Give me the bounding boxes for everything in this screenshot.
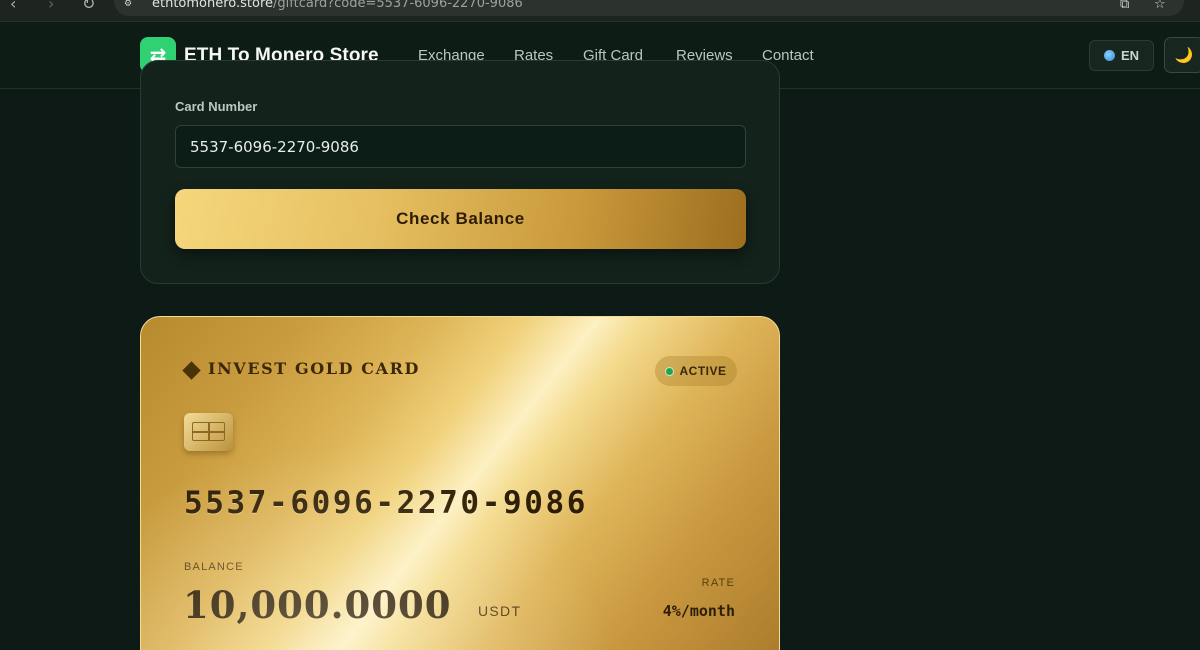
site-info-icon[interactable]: ⚙ — [124, 0, 138, 9]
card-number-display: 5537-6096-2270-9086 — [184, 485, 589, 521]
check-balance-button[interactable]: Check Balance — [175, 189, 746, 249]
address-text: ethtomonero.store/giftcard?code=5537-609… — [152, 0, 523, 11]
reload-icon[interactable]: ↻ — [82, 0, 95, 14]
balance-unit: USDT — [478, 603, 522, 619]
status-badge: ACTIVE — [655, 356, 737, 386]
language-button[interactable]: EN — [1089, 40, 1154, 71]
balance-label: BALANCE — [184, 561, 244, 573]
balance-form-panel: Card Number Check Balance — [140, 60, 780, 284]
rate-value: 4%/month — [662, 602, 735, 620]
card-brand: INVEST GOLD CARD — [208, 359, 420, 378]
translate-icon[interactable]: ⧉ — [1120, 0, 1129, 12]
chevron-left-icon[interactable]: ‹ — [10, 0, 16, 14]
status-label: ACTIVE — [679, 364, 727, 378]
status-dot-icon — [665, 366, 675, 376]
card-number-label: Card Number — [175, 99, 258, 114]
bookmark-star-icon[interactable]: ☆ — [1154, 0, 1166, 12]
moon-icon: 🌙 — [1174, 46, 1194, 64]
card-chip-icon — [184, 413, 233, 451]
gold-gift-card: INVEST GOLD CARD ACTIVE 5537-6096-2270-9… — [140, 316, 780, 650]
address-host: ethtomonero.store — [152, 0, 274, 11]
browser-toolbar: ‹ › ↻ ⚙ ethtomonero.store/giftcard?code=… — [0, 0, 1200, 22]
rate-label: RATE — [701, 577, 735, 589]
address-bar[interactable]: ⚙ ethtomonero.store/giftcard?code=5537-6… — [114, 0, 1184, 16]
address-path: /giftcard?code=5537-6096-2270-9086 — [273, 0, 523, 11]
language-label: EN — [1120, 48, 1140, 63]
balance-value: 10,000.0000 — [183, 583, 452, 627]
theme-toggle-button[interactable]: 🌙 — [1164, 37, 1200, 73]
diamond-icon — [182, 361, 201, 380]
chevron-right-icon[interactable]: › — [48, 0, 54, 14]
globe-icon — [1103, 50, 1115, 61]
card-number-input[interactable] — [175, 125, 746, 168]
